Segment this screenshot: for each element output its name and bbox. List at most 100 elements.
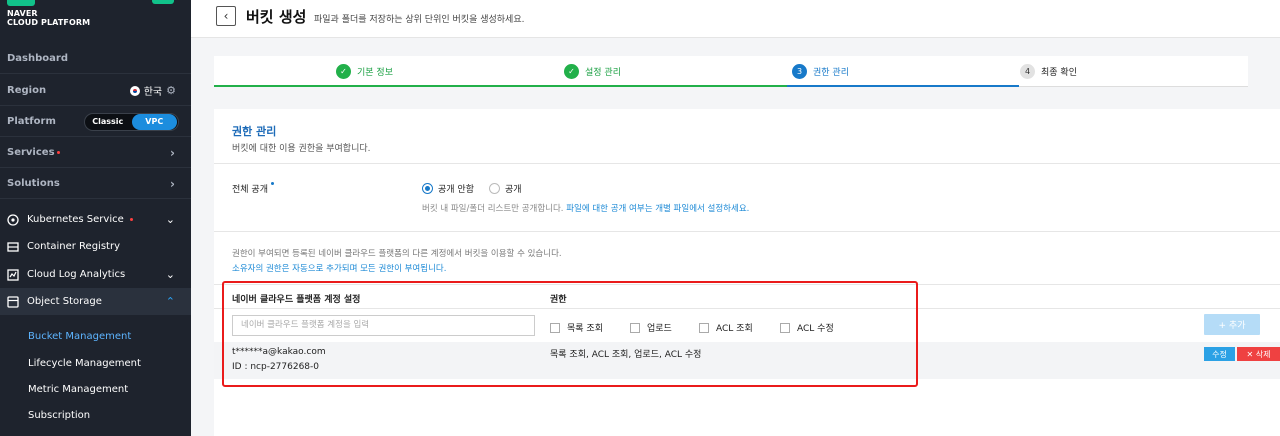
new-dot-icon <box>129 218 133 221</box>
dashboard-label: Dashboard <box>7 53 68 64</box>
check-icon: ✓ <box>564 64 579 79</box>
radio-checked-icon <box>422 183 433 194</box>
sidebar-platform: Platform Classic VPC <box>0 107 191 137</box>
sidebar-item-label: Container Registry <box>27 241 120 252</box>
sidebar-item-kubernetes[interactable]: Kubernetes Service ⌄ <box>0 206 191 233</box>
korea-flag-icon <box>129 85 140 96</box>
step-label: 기본 정보 <box>357 68 393 78</box>
kubernetes-icon <box>7 213 19 226</box>
public-access-label: 전체 공개 <box>232 182 274 195</box>
sidebar: NAVER CLOUD PLATFORM Dashboard Region 한국… <box>0 0 191 436</box>
step-label: 설정 관리 <box>585 68 621 78</box>
step-number: 4 <box>1020 64 1035 79</box>
page-subtitle: 파일과 폴더를 저장하는 상위 단위인 버킷을 생성하세요. <box>314 15 525 25</box>
sidebar-item-label: Object Storage <box>27 296 102 307</box>
chevron-down-icon: ⌄ <box>165 213 175 226</box>
divider <box>214 163 1280 164</box>
log-analytics-icon <box>7 268 19 281</box>
account-id: ID : ncp-2776268-0 <box>232 362 320 372</box>
checkbox-upload[interactable]: 업로드 <box>630 321 672 334</box>
help-link[interactable]: 파일에 대한 공개 여부는 개별 파일에서 설정하세요. <box>566 204 749 214</box>
sidebar-solutions[interactable]: Solutions › <box>0 169 191 199</box>
checkbox-icon <box>550 322 560 333</box>
brand-line1: NAVER <box>7 9 38 18</box>
platform-classic[interactable]: Classic <box>85 114 131 130</box>
platform-toggle[interactable]: Classic VPC <box>84 112 179 131</box>
sidebar-sub-lifecycle-management[interactable]: Lifecycle Management <box>28 358 141 369</box>
page-header: ‹ 버킷 생성 파일과 폴더를 저장하는 상위 단위인 버킷을 생성하세요. <box>191 0 1280 38</box>
owner-permission-note: 소유자의 권한은 자동으로 추가되며 모든 권한이 부여됩니다. <box>232 264 447 274</box>
brand-logo[interactable]: NAVER CLOUD PLATFORM <box>7 9 90 27</box>
page-title: 버킷 생성 <box>246 8 307 26</box>
step-permissions: 3 권한 관리 <box>792 56 849 87</box>
sidebar-item-label: Cloud Log Analytics <box>27 269 126 280</box>
help-text: 버킷 내 파일/폴더 리스트만 공개합니다. <box>422 204 564 214</box>
checkbox-acl-read[interactable]: ACL 조회 <box>699 321 753 334</box>
radio-private[interactable]: 공개 안함 <box>422 182 474 195</box>
step-number: 3 <box>792 64 807 79</box>
permissions-card: 권한 관리 버킷에 대한 이용 권한을 부여합니다. 전체 공개 공개 안함 공… <box>214 109 1280 436</box>
sidebar-item-object-storage[interactable]: Object Storage ⌃ <box>0 288 191 315</box>
checkbox-label: ACL 조회 <box>716 324 753 334</box>
chevron-right-icon: › <box>170 176 175 191</box>
checkbox-list-read[interactable]: 목록 조회 <box>550 321 603 334</box>
platform-label: Platform <box>7 116 56 127</box>
account-permissions: 목록 조회, ACL 조회, 업로드, ACL 수정 <box>550 350 702 360</box>
checkbox-icon <box>699 322 709 333</box>
checkbox-label: 목록 조회 <box>567 324 603 334</box>
checkbox-icon <box>630 322 640 333</box>
logo-mark-right <box>152 0 174 4</box>
logo-mark <box>7 0 35 6</box>
checkbox-icon <box>780 322 790 333</box>
account-input[interactable]: 네이버 클라우드 플랫폼 계정을 입력 <box>232 315 535 336</box>
step-final-review: 4 최종 확인 <box>1020 56 1077 87</box>
radio-label: 공개 안함 <box>438 185 474 195</box>
sidebar-sub-metric-management[interactable]: Metric Management <box>28 384 128 395</box>
sidebar-item-container-registry[interactable]: Container Registry <box>0 233 191 260</box>
sidebar-sub-subscription[interactable]: Subscription <box>28 410 90 421</box>
edit-button[interactable]: 수정 <box>1204 347 1235 361</box>
wizard-steps: ✓ 기본 정보 ✓ 설정 관리 3 권한 관리 4 최종 확인 <box>214 56 1248 87</box>
step-label: 권한 관리 <box>813 68 849 78</box>
public-access-help: 버킷 내 파일/폴더 리스트만 공개합니다. 파일에 대한 공개 여부는 개별 … <box>422 202 749 214</box>
column-header-account: 네이버 클라우드 플랫폼 계정 설정 <box>232 295 361 305</box>
divider <box>214 231 1280 232</box>
section-description: 버킷에 대한 이용 권한을 부여합니다. <box>232 144 371 154</box>
back-button[interactable]: ‹ <box>216 6 236 26</box>
section-title: 권한 관리 <box>232 125 277 138</box>
checkbox-label: ACL 수정 <box>797 324 834 334</box>
sidebar-region[interactable]: Region 한국 ⚙ <box>0 76 191 106</box>
chevron-right-icon: › <box>170 145 175 160</box>
storage-icon <box>7 295 19 308</box>
sidebar-item-label: Kubernetes Service <box>27 214 124 225</box>
step-basic-info: ✓ 기본 정보 <box>336 56 393 87</box>
sidebar-services[interactable]: Services › <box>0 138 191 168</box>
chevron-down-icon: ⌄ <box>165 268 175 281</box>
brand-line2: CLOUD PLATFORM <box>7 18 91 27</box>
platform-vpc[interactable]: VPC <box>131 113 177 130</box>
new-dot-icon <box>56 151 60 154</box>
sidebar-dashboard[interactable]: Dashboard <box>0 44 191 74</box>
gear-icon[interactable]: ⚙ <box>166 84 176 97</box>
check-icon: ✓ <box>336 64 351 79</box>
step-settings: ✓ 설정 관리 <box>564 56 621 87</box>
radio-public[interactable]: 공개 <box>489 182 522 195</box>
public-access-text: 전체 공개 <box>232 185 268 195</box>
delete-button[interactable]: ✕ 삭제 <box>1237 347 1280 361</box>
progress-done-bar <box>214 85 787 87</box>
region-value: 한국 <box>143 87 163 98</box>
checkbox-acl-write[interactable]: ACL 수정 <box>780 321 834 334</box>
permission-note: 권한이 부여되면 등록된 네이버 클라우드 플랫폼의 다른 계정에서 버킷을 이… <box>232 249 562 259</box>
sidebar-item-cloud-log-analytics[interactable]: Cloud Log Analytics ⌄ <box>0 261 191 288</box>
divider <box>214 308 1280 309</box>
sidebar-sub-bucket-management[interactable]: Bucket Management <box>28 331 131 342</box>
region-selector[interactable]: 한국 ⚙ <box>129 83 176 98</box>
chevron-up-icon: ⌃ <box>165 295 175 308</box>
chevron-left-icon: ‹ <box>223 9 229 23</box>
checkbox-label: 업로드 <box>647 324 672 334</box>
account-email: t******a@kakao.com <box>232 347 326 357</box>
add-permission-button[interactable]: + 추가 <box>1204 314 1260 335</box>
divider <box>214 284 1280 285</box>
solutions-label: Solutions <box>7 178 60 189</box>
radio-unchecked-icon <box>489 183 500 194</box>
